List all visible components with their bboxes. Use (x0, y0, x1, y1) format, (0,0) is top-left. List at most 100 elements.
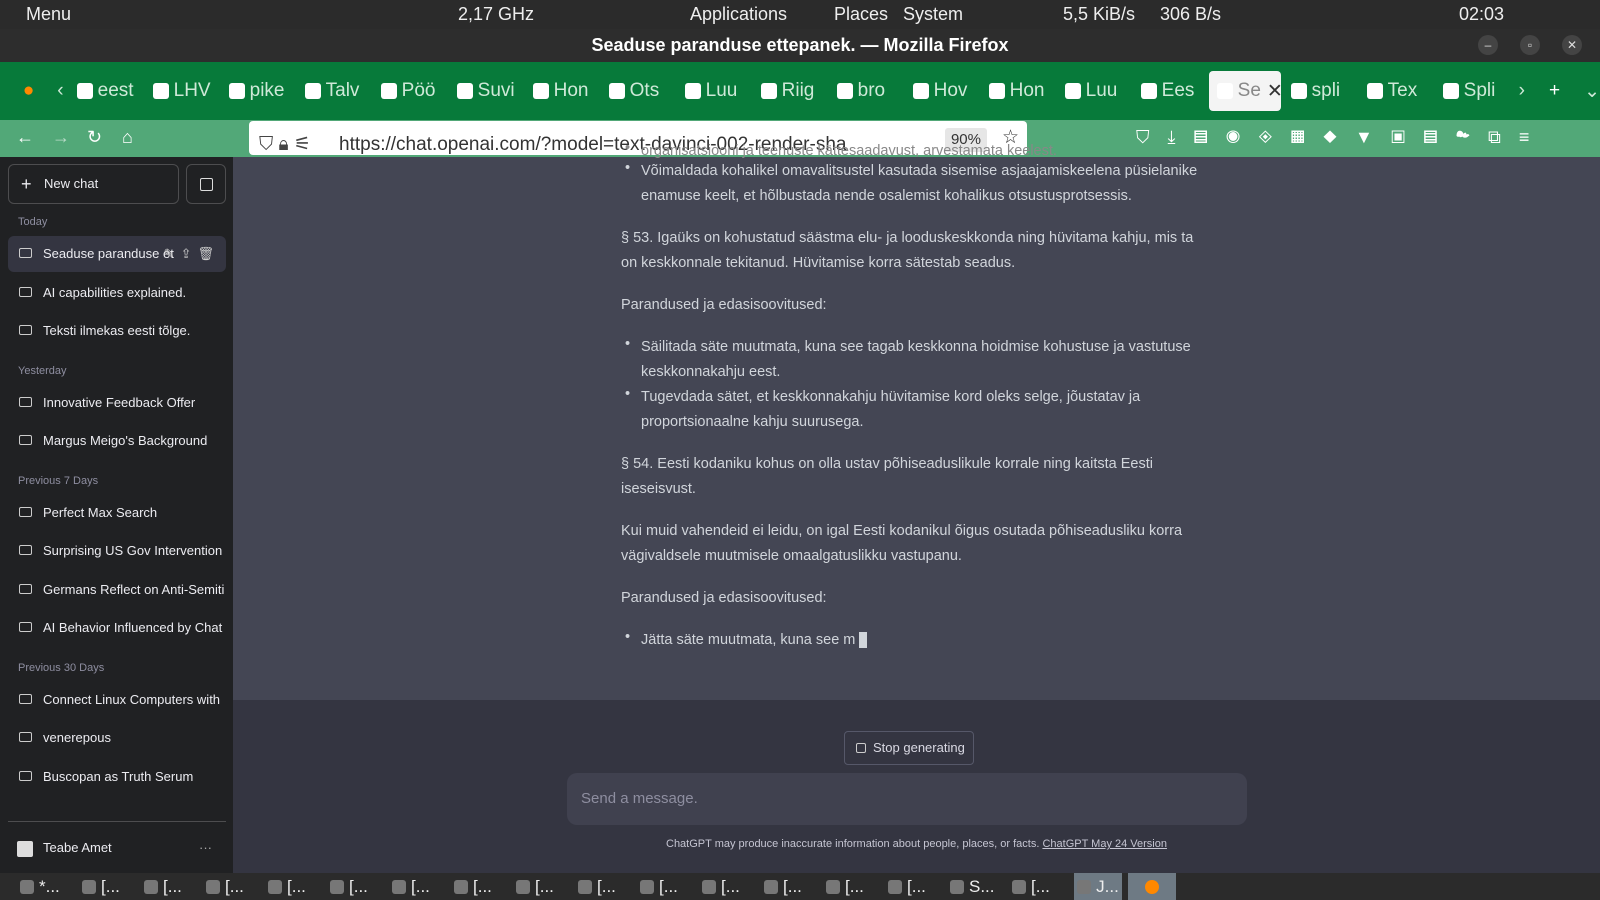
toggle-sidebar-button[interactable] (186, 164, 226, 204)
chat-bubble-icon (19, 286, 32, 297)
taskbar-item[interactable]: [... (268, 877, 324, 897)
chat-bubble-icon (19, 248, 32, 258)
scroll-tabs-left-icon[interactable]: ‹ (57, 80, 68, 102)
favicon-icon (532, 83, 549, 99)
menu-button[interactable]: Menu (26, 4, 71, 25)
taskbar-item[interactable]: [... (144, 877, 200, 897)
taskbar-item[interactable]: [... (764, 877, 820, 897)
system-menu[interactable]: System (903, 4, 963, 25)
browser-tab[interactable]: Riig (753, 71, 827, 111)
chat-history-item[interactable]: Surprising US Gov Intervention (8, 533, 226, 569)
taskbar-item[interactable]: [... (330, 877, 386, 897)
forward-icon[interactable]: → (52, 127, 70, 148)
favicon-icon (608, 83, 625, 99)
new-chat-button[interactable]: + New chat (8, 164, 179, 204)
browser-tab[interactable]: Hov (905, 71, 979, 111)
chat-history-item[interactable]: Seaduse paranduse et ✎⇪🗑︎ (8, 236, 226, 272)
browser-tab[interactable]: Ots (601, 71, 675, 111)
taskbar-item[interactable]: [... (206, 877, 262, 897)
close-icon[interactable]: ✕ (1562, 35, 1582, 55)
minimize-icon[interactable]: – (1478, 35, 1498, 55)
taskbar-item[interactable]: [... (392, 877, 448, 897)
browser-tab[interactable]: Spli (1435, 71, 1509, 111)
new-tab-icon[interactable]: + (1549, 80, 1560, 102)
chat-history-item[interactable]: Connect Linux Computers with (8, 682, 226, 718)
taskbar-item[interactable]: [... (578, 877, 634, 897)
app-icon (392, 879, 406, 894)
tab-list-icon[interactable]: ⌄ (1584, 80, 1600, 103)
chat-history-item[interactable]: Buscopan as Truth Serum (8, 759, 226, 795)
chat-actions[interactable]: ✎⇪🗑︎ (164, 236, 220, 272)
taskbar-item[interactable]: J... (1074, 873, 1122, 900)
section-label: Previous 30 Days (18, 661, 105, 674)
maximize-icon[interactable]: ▫ (1520, 35, 1540, 55)
taskbar-item[interactable]: S... (950, 877, 1006, 897)
browser-tab[interactable]: spli (1283, 71, 1357, 111)
chat-history-item[interactable]: Germans Reflect on Anti-Semiti (8, 572, 226, 608)
streaming-text: Jätta säte muutmata, kuna see m (641, 632, 856, 648)
taskbar-item[interactable]: *... (20, 877, 76, 897)
chat-bubble-icon (19, 622, 32, 632)
taskbar-item[interactable]: [... (702, 877, 758, 897)
browser-tab[interactable]: Luu (1057, 71, 1131, 111)
browser-tab[interactable]: Pöö (373, 71, 447, 111)
browser-tab[interactable]: Hon (525, 71, 599, 111)
chat-bubble-icon (19, 693, 32, 704)
version-link[interactable]: ChatGPT May 24 Version (1042, 838, 1167, 850)
delete-icon[interactable]: 🗑︎ (197, 246, 220, 261)
browser-tab[interactable]: Luu (677, 71, 751, 111)
favicon-icon (456, 83, 473, 99)
chat-title: AI Behavior Influenced by Chat (43, 620, 223, 635)
taskbar-item[interactable]: [... (826, 877, 882, 897)
taskbar-item[interactable]: [... (1012, 877, 1068, 897)
more-icon[interactable]: ··· (199, 822, 212, 874)
plus-icon: + (21, 174, 32, 194)
browser-tab[interactable]: pike (221, 71, 295, 111)
browser-tab[interactable]: Tex (1359, 71, 1433, 111)
reload-icon[interactable]: ↻ (87, 127, 102, 148)
browser-tab[interactable]: Ees (1133, 71, 1207, 111)
message-input[interactable]: Send a message. (567, 773, 1247, 825)
taskbar-item-firefox[interactable] (1128, 873, 1176, 900)
taskbar-item[interactable]: [... (454, 877, 510, 897)
browser-tab[interactable]: Hon (981, 71, 1055, 111)
taskbar-label: J... (1096, 876, 1119, 896)
taskbar-item[interactable]: [... (888, 877, 944, 897)
clock[interactable]: 02:03 (1459, 4, 1504, 25)
taskbar-label: [... (845, 876, 864, 896)
chat-title: Connect Linux Computers with (43, 691, 221, 707)
favicon-icon (1140, 83, 1157, 99)
chat-history-item[interactable]: Perfect Max Search (8, 495, 226, 531)
browser-tab[interactable]: LHV (145, 71, 219, 111)
scroll-tabs-right-icon[interactable]: › (1519, 80, 1525, 102)
chat-thread: organisatsiooni ja teenuste kättesaadavu… (233, 139, 1600, 700)
taskbar-item[interactable]: [... (640, 877, 696, 897)
browser-tab[interactable]: Talv (297, 71, 371, 111)
browser-tab[interactable]: Suvi (449, 71, 523, 111)
stop-generating-button[interactable]: Stop generating (844, 731, 974, 765)
chat-history-item[interactable]: AI capabilities explained. (8, 275, 226, 311)
taskbar-label: [... (473, 876, 492, 896)
places-menu[interactable]: Places (834, 4, 888, 25)
chat-history-item[interactable]: venerepous (8, 720, 226, 756)
edit-icon[interactable]: ✎ (164, 246, 181, 261)
chat-history-item[interactable]: Teksti ilmekas eesti tõlge. (8, 313, 226, 349)
browser-tab[interactable]: bro (829, 71, 903, 111)
firefox-icon[interactable]: ● (0, 80, 57, 102)
favicon-icon (684, 83, 701, 99)
browser-tab[interactable]: eest (69, 71, 143, 111)
home-icon[interactable]: ⌂ (122, 127, 133, 148)
close-tab-icon[interactable]: ✕ (1267, 80, 1281, 103)
browser-tab[interactable]: Se ✕ (1208, 71, 1281, 111)
app-icon (1077, 879, 1092, 894)
chat-history-item[interactable]: Innovative Feedback Offer (8, 385, 226, 421)
applications-menu[interactable]: Applications (690, 4, 787, 25)
chat-history-item[interactable]: Margus Meigo's Background (8, 423, 226, 459)
taskbar-item[interactable]: [... (82, 877, 138, 897)
back-icon[interactable]: ← (16, 127, 34, 148)
user-menu[interactable]: Teabe Amet ··· (8, 821, 226, 873)
taskbar-item[interactable]: [... (516, 877, 572, 897)
tab-label: eest (97, 80, 134, 101)
share-icon[interactable]: ⇪ (181, 246, 198, 261)
chat-history-item[interactable]: AI Behavior Influenced by Chat (8, 610, 226, 646)
